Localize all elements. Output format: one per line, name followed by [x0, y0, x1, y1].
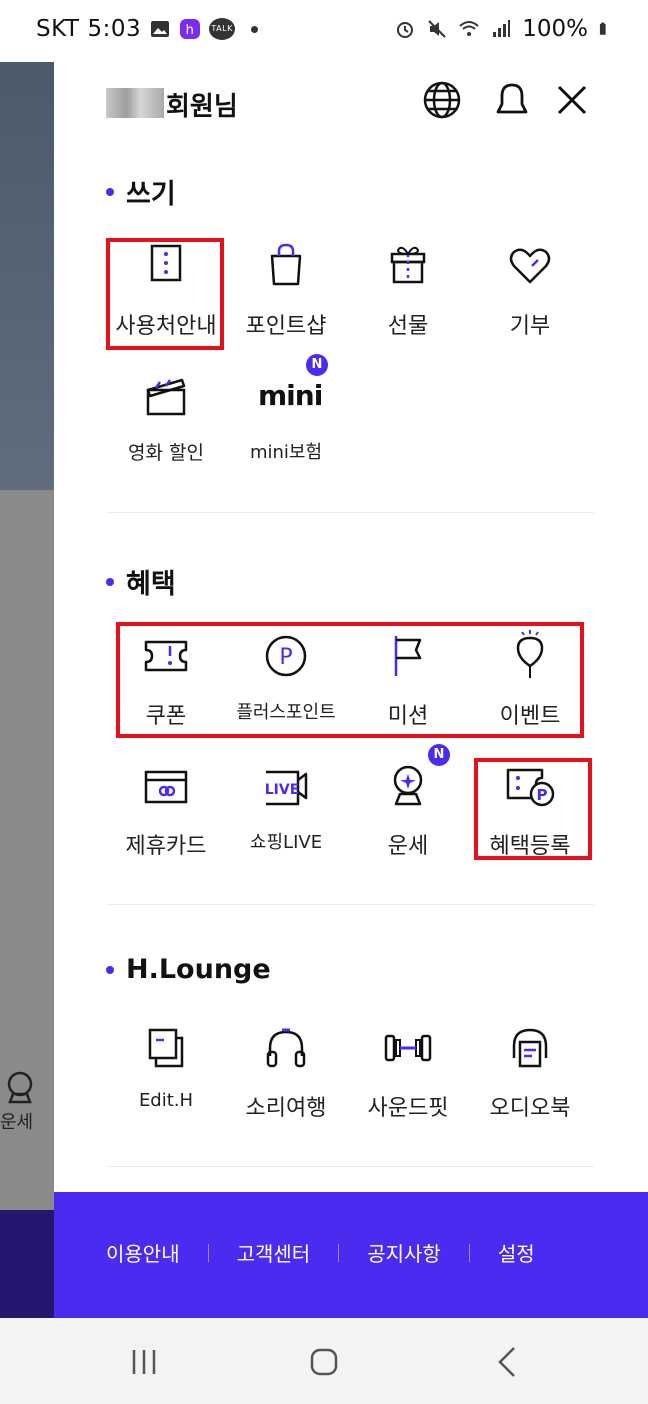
section-bullet — [106, 965, 114, 974]
section-title-benefit: 혜택 — [106, 562, 176, 601]
live-glyph: LIVE — [265, 782, 300, 798]
section-bullet — [106, 187, 114, 196]
footer-link-guide[interactable]: 이용안내 — [106, 1238, 180, 1267]
menu-item-label: 쇼핑LIVE — [249, 832, 323, 853]
close-icon[interactable] — [550, 78, 594, 122]
crystal-ball-icon — [393, 765, 423, 806]
new-badge: N — [428, 744, 450, 766]
edit-h-icon — [148, 1028, 184, 1068]
status-left: SKT 5:03 h TALK — [36, 16, 259, 42]
audiobook-icon — [512, 1028, 548, 1068]
shopping-bag-icon — [270, 243, 302, 286]
menu-item-label: Edit.H — [138, 1090, 194, 1111]
footer-link-settings[interactable]: 설정 — [498, 1238, 535, 1267]
system-nav-bar — [0, 1318, 648, 1404]
menu-item-gift[interactable]: 선물 — [348, 238, 468, 348]
background-banner — [0, 48, 54, 490]
clock: 5:03 — [87, 16, 142, 42]
home-icon[interactable] — [304, 1342, 344, 1382]
new-badge: N — [306, 354, 328, 376]
bell-icon[interactable] — [490, 78, 534, 122]
member-label: 회원님 — [166, 92, 238, 122]
menu-item-edit-h[interactable]: Edit.H — [106, 1020, 226, 1130]
background-fortune-label: 운세 — [0, 1112, 34, 1133]
alarm-icon — [397, 22, 414, 38]
highlight-box-benefit-register — [474, 758, 592, 860]
globe-icon[interactable] — [420, 78, 464, 122]
background-footer — [0, 1210, 54, 1318]
notification-dot — [251, 25, 259, 33]
footer-separator — [468, 1243, 470, 1262]
section-divider — [106, 1166, 594, 1167]
wifi-icon — [459, 21, 479, 36]
footer-link-notice[interactable]: 공지사항 — [367, 1238, 441, 1267]
section-label: H.Lounge — [126, 954, 271, 985]
menu-item-label: 기부 — [509, 314, 551, 339]
signal-icon — [493, 20, 511, 37]
status-bar: SKT 5:03 h TALK 100% — [0, 0, 648, 62]
dumbbell-icon — [384, 1034, 432, 1062]
h-app-icon: h — [180, 19, 201, 39]
menu-item-point-shop[interactable]: 포인트샵 — [226, 238, 346, 348]
footer-links: 이용안내 고객센터 공지사항 설정 — [106, 1238, 535, 1267]
section-title-lounge: H.Lounge — [106, 954, 271, 985]
menu-item-label: 제휴카드 — [125, 834, 207, 859]
menu-item-label: 사운드핏 — [367, 1096, 449, 1121]
section-label: 쓰기 — [126, 179, 176, 210]
menu-item-audiobook[interactable]: 오디오북 — [470, 1020, 590, 1130]
background-fortune-item: 운세 — [0, 1068, 54, 1134]
background-app: 운세 — [0, 48, 54, 1318]
carrier-label: SKT — [36, 16, 80, 42]
heart-icon — [509, 248, 551, 284]
drawer-footer: 이용안내 고객센터 공지사항 설정 — [54, 1192, 648, 1318]
footer-link-customer-center[interactable]: 고객센터 — [237, 1238, 311, 1267]
section-divider — [106, 512, 594, 513]
menu-item-donation[interactable]: 기부 — [470, 238, 590, 348]
section-title-use: 쓰기 — [106, 172, 176, 211]
menu-item-label: 운세 — [387, 834, 429, 859]
menu-item-mini-insurance[interactable]: mini N mini보험 — [226, 354, 346, 478]
menu-item-partner-card[interactable]: 제휴카드 — [106, 758, 226, 868]
card-icon — [144, 770, 188, 804]
menu-item-label: 오디오북 — [489, 1096, 571, 1121]
gift-icon — [390, 246, 426, 284]
menu-item-shopping-live[interactable]: LIVE 쇼핑LIVE — [226, 758, 346, 868]
menu-item-sound-fit[interactable]: 사운드핏 — [348, 1020, 468, 1130]
menu-item-sound-travel[interactable]: 소리여행 — [226, 1020, 346, 1130]
mini-logo-icon: mini — [258, 379, 323, 412]
menu-item-movie-discount[interactable]: 영화 할인 — [106, 368, 226, 478]
menu-item-label: 선물 — [387, 314, 429, 339]
menu-item-label: 소리여행 — [245, 1096, 327, 1121]
menu-item-label: 영화 할인 — [128, 442, 204, 464]
gallery-icon — [151, 21, 170, 37]
highlight-box-benefit-row — [116, 622, 584, 738]
footer-separator — [207, 1243, 209, 1262]
menu-item-fortune[interactable]: N 운세 — [348, 744, 468, 868]
section-bullet — [106, 577, 114, 586]
menu-item-label: 포인트샵 — [245, 314, 327, 339]
blurred-username — [106, 88, 164, 118]
highlight-box-store-guide — [106, 238, 224, 350]
battery-icon — [599, 22, 606, 35]
battery-level: 100% — [522, 16, 588, 42]
clapperboard-icon — [146, 378, 186, 416]
back-icon[interactable] — [488, 1342, 528, 1382]
section-divider — [106, 904, 594, 905]
recent-apps-icon[interactable] — [124, 1342, 164, 1382]
live-camera-icon: LIVE — [265, 770, 308, 806]
svg-text:h: h — [186, 23, 195, 38]
drawer-header: 회원님 — [54, 78, 648, 138]
crystal-ball-icon — [7, 1071, 33, 1104]
section-label: 혜택 — [126, 569, 176, 600]
side-drawer: 회원님 쓰기 사용처안내 포인트샵 선물 기부 영화 할인 mini N min… — [54, 48, 648, 1318]
footer-separator — [338, 1243, 340, 1262]
kakaotalk-icon: TALK — [209, 18, 236, 40]
headphones-icon — [266, 1028, 306, 1068]
status-right: 100% — [394, 16, 612, 42]
mute-icon — [428, 20, 446, 38]
menu-item-label: mini보험 — [249, 442, 323, 463]
